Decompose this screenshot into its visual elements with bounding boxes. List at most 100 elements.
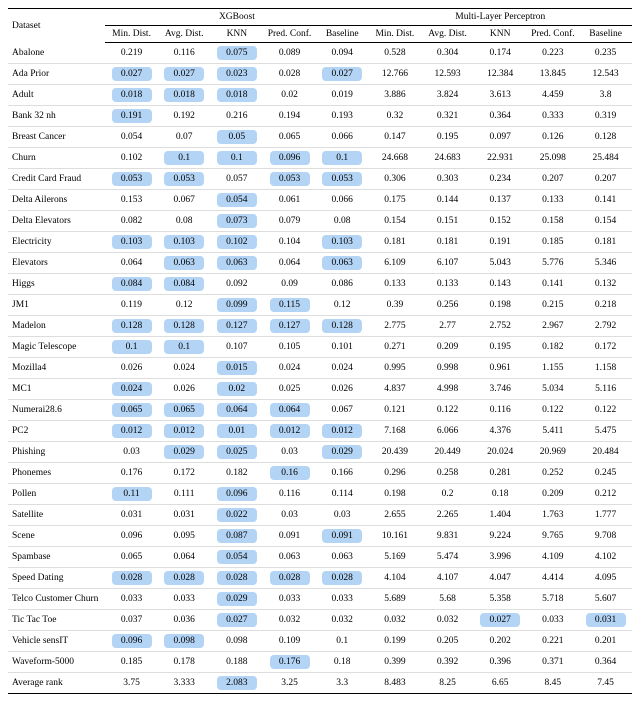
value-cell: 24.683 xyxy=(421,148,474,169)
value-cell: 0.961 xyxy=(474,358,527,379)
highlight: 0.063 xyxy=(164,256,204,270)
value-cell: 2.752 xyxy=(474,316,527,337)
value-cell: 0.399 xyxy=(369,652,422,673)
highlight: 0.053 xyxy=(112,172,152,186)
table-row: Speed Dating0.0280.0280.0280.0280.0284.1… xyxy=(8,568,632,589)
table-row: Scene0.0960.0950.0870.0910.09110.1619.83… xyxy=(8,526,632,547)
value-cell: 0.032 xyxy=(369,610,422,631)
highlight: 0.063 xyxy=(322,256,362,270)
dataset-name: Delta Elevators xyxy=(8,211,105,232)
highlight: 0.091 xyxy=(322,529,362,543)
value-cell: 0.141 xyxy=(527,274,580,295)
col-metric: Baseline xyxy=(579,26,632,43)
value-cell: 0.03 xyxy=(105,442,158,463)
table-row: Phonemes0.1760.1720.1820.160.1660.2960.2… xyxy=(8,463,632,484)
value-cell: 0.089 xyxy=(263,43,316,64)
value-cell: 0.198 xyxy=(474,295,527,316)
value-cell: 0.096 xyxy=(211,484,264,505)
value-cell: 0.063 xyxy=(158,253,211,274)
value-cell: 0.1 xyxy=(105,337,158,358)
value-cell: 0.188 xyxy=(211,652,264,673)
value-cell: 0.392 xyxy=(421,652,474,673)
value-cell: 0.087 xyxy=(211,526,264,547)
value-cell: 0.16 xyxy=(263,463,316,484)
value-cell: 0.022 xyxy=(211,505,264,526)
value-cell: 0.012 xyxy=(263,421,316,442)
highlight: 0.031 xyxy=(586,613,626,627)
value-cell: 2.775 xyxy=(369,316,422,337)
value-cell: 0.153 xyxy=(105,190,158,211)
table-row: Bank 32 nh0.1910.1920.2160.1940.1930.320… xyxy=(8,106,632,127)
value-cell: 0.027 xyxy=(316,64,369,85)
value-cell: 0.127 xyxy=(211,316,264,337)
value-cell: 0.097 xyxy=(474,127,527,148)
value-cell: 0.012 xyxy=(316,421,369,442)
value-cell: 3.333 xyxy=(158,673,211,694)
value-cell: 0.098 xyxy=(211,631,264,652)
value-cell: 5.776 xyxy=(527,253,580,274)
highlight: 0.029 xyxy=(164,445,204,459)
table-row: Magic Telescope0.10.10.1070.1050.1010.27… xyxy=(8,337,632,358)
value-cell: 0.05 xyxy=(211,127,264,148)
value-cell: 2.655 xyxy=(369,505,422,526)
value-cell: 0.029 xyxy=(211,589,264,610)
value-cell: 0.18 xyxy=(474,484,527,505)
value-cell: 3.75 xyxy=(105,673,158,694)
value-cell: 0.018 xyxy=(158,85,211,106)
highlight: 0.098 xyxy=(164,634,204,648)
highlight: 0.053 xyxy=(322,172,362,186)
highlight: 0.018 xyxy=(217,88,257,102)
value-cell: 0.024 xyxy=(263,358,316,379)
value-cell: 0.03 xyxy=(263,442,316,463)
value-cell: 0.1 xyxy=(158,148,211,169)
value-cell: 22.931 xyxy=(474,148,527,169)
value-cell: 0.281 xyxy=(474,463,527,484)
value-cell: 0.063 xyxy=(316,547,369,568)
value-cell: 0.028 xyxy=(211,568,264,589)
highlight: 0.028 xyxy=(112,571,152,585)
value-cell: 0.063 xyxy=(211,253,264,274)
col-metric: KNN xyxy=(474,26,527,43)
highlight: 0.05 xyxy=(217,130,257,144)
value-cell: 0.181 xyxy=(421,232,474,253)
value-cell: 0.096 xyxy=(105,631,158,652)
highlight: 0.084 xyxy=(112,277,152,291)
highlight: 0.1 xyxy=(112,340,152,354)
value-cell: 0.032 xyxy=(421,610,474,631)
value-cell: 1.404 xyxy=(474,505,527,526)
dataset-name: Speed Dating xyxy=(8,568,105,589)
table-row: Tic Tac Toe0.0370.0360.0270.0320.0320.03… xyxy=(8,610,632,631)
value-cell: 0.182 xyxy=(527,337,580,358)
value-cell: 0.018 xyxy=(211,85,264,106)
highlight: 0.028 xyxy=(270,571,310,585)
value-cell: 0.176 xyxy=(263,652,316,673)
dataset-name: Bank 32 nh xyxy=(8,106,105,127)
value-cell: 0.198 xyxy=(369,484,422,505)
value-cell: 0.137 xyxy=(474,190,527,211)
value-cell: 0.019 xyxy=(316,85,369,106)
value-cell: 0.122 xyxy=(527,400,580,421)
value-cell: 0.033 xyxy=(158,589,211,610)
value-cell: 0.098 xyxy=(158,631,211,652)
value-cell: 0.116 xyxy=(474,400,527,421)
value-cell: 0.128 xyxy=(579,127,632,148)
value-cell: 6.066 xyxy=(421,421,474,442)
value-cell: 0.199 xyxy=(369,631,422,652)
dataset-name: Abalone xyxy=(8,43,105,64)
value-cell: 0.109 xyxy=(263,631,316,652)
value-cell: 0.026 xyxy=(105,358,158,379)
value-cell: 4.107 xyxy=(421,568,474,589)
table-row: Adult0.0180.0180.0180.020.0193.8863.8243… xyxy=(8,85,632,106)
value-cell: 10.161 xyxy=(369,526,422,547)
highlight: 0.1 xyxy=(164,340,204,354)
highlight: 0.16 xyxy=(270,466,310,480)
value-cell: 0.174 xyxy=(474,43,527,64)
value-cell: 0.122 xyxy=(421,400,474,421)
value-cell: 0.39 xyxy=(369,295,422,316)
table-row: Mozilla40.0260.0240.0150.0240.0240.9950.… xyxy=(8,358,632,379)
value-cell: 25.484 xyxy=(579,148,632,169)
value-cell: 1.777 xyxy=(579,505,632,526)
value-cell: 0.03 xyxy=(316,505,369,526)
value-cell: 9.224 xyxy=(474,526,527,547)
value-cell: 0.037 xyxy=(105,610,158,631)
